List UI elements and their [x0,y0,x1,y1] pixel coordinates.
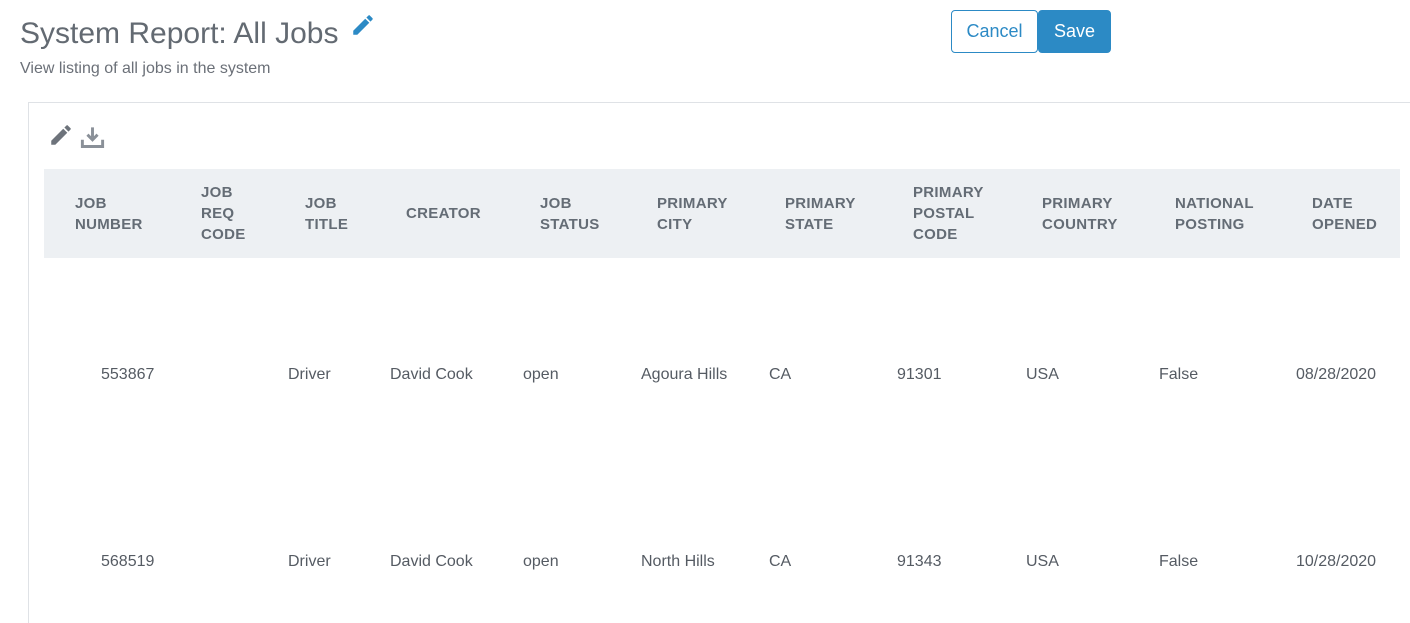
table-cell-job-title: Driver [288,553,331,570]
table-cell-job-status: open [523,553,559,570]
table-cell-primary-postal-code: 91301 [897,366,942,383]
column-header-label: PRIMARY [785,194,856,212]
table-cell-national-posting: False [1159,366,1199,383]
page-subtitle: View listing of all jobs in the system [20,60,271,77]
column-header-job-status[interactable]: JOB STATUS [540,169,600,258]
column-header-label: PRIMARY [657,194,728,212]
table-cell-primary-country: USA [1026,553,1059,570]
table-cell-job-number: 553867 [101,366,155,383]
column-header-label: OPENED [1312,215,1378,233]
pencil-icon[interactable] [48,122,74,148]
column-header-label: JOB [305,194,337,212]
column-header-label: TITLE [305,215,349,233]
table-cell-primary-city: North Hills [641,553,715,570]
column-header-primary-postal-code[interactable]: PRIMARY POSTAL CODE [913,169,984,258]
column-header-label: NUMBER [75,215,143,233]
table-cell-creator: David Cook [390,366,473,383]
edit-title-pencil-icon[interactable] [350,12,376,38]
column-header-primary-city[interactable]: PRIMARY CITY [657,169,728,258]
table-cell-primary-postal-code: 91343 [897,553,942,570]
save-button[interactable]: Save [1038,10,1111,53]
download-icon[interactable] [79,124,106,151]
column-header-label: CITY [657,215,693,233]
column-header-job-number[interactable]: JOB NUMBER [75,169,143,258]
column-header-label: STATUS [540,215,600,233]
column-header-label: JOB [75,194,107,212]
column-header-label: POSTING [1175,215,1245,233]
column-header-label: JOB [201,184,233,201]
column-header-primary-country[interactable]: PRIMARY COUNTRY [1042,169,1118,258]
table-cell-primary-state: CA [769,553,792,570]
table-cell-date-opened: 10/28/2020 [1296,553,1377,570]
column-header-label: CODE [913,226,958,243]
column-header-label: PRIMARY [913,184,984,201]
column-header-job-title[interactable]: JOB TITLE [305,169,348,258]
table-cell-date-opened: 08/28/2020 [1296,366,1377,383]
table-cell-creator: David Cook [390,553,473,570]
column-header-label: REQ [201,205,235,222]
column-header-label: CREATOR [406,205,481,222]
column-header-label: NATIONAL [1175,194,1254,212]
cancel-button[interactable]: Cancel [951,10,1038,53]
column-header-creator[interactable]: CREATOR [406,169,481,258]
table-cell-primary-state: CA [769,366,792,383]
table-cell-primary-country: USA [1026,366,1059,383]
column-header-label: STATE [785,215,834,233]
page-title: System Report: All Jobs [20,17,339,50]
column-header-primary-state[interactable]: PRIMARY STATE [785,169,856,258]
column-header-label: CODE [201,226,246,243]
column-header-label: JOB [540,194,572,212]
table-cell-job-title: Driver [288,366,331,383]
table-cell-primary-city: Agoura Hills [641,366,728,383]
column-header-label: DATE [1312,194,1353,212]
column-header-job-req-code[interactable]: JOB REQ CODE [201,169,246,258]
column-header-label: PRIMARY [1042,194,1113,212]
table-cell-job-number: 568519 [101,553,155,570]
column-header-label: COUNTRY [1042,215,1118,233]
column-header-national-posting[interactable]: NATIONAL POSTING [1175,169,1254,258]
table-cell-national-posting: False [1159,553,1199,570]
column-header-label: POSTAL [913,205,975,222]
table-cell-job-status: open [523,366,559,383]
column-header-date-opened[interactable]: DATE OPENED [1312,169,1377,258]
